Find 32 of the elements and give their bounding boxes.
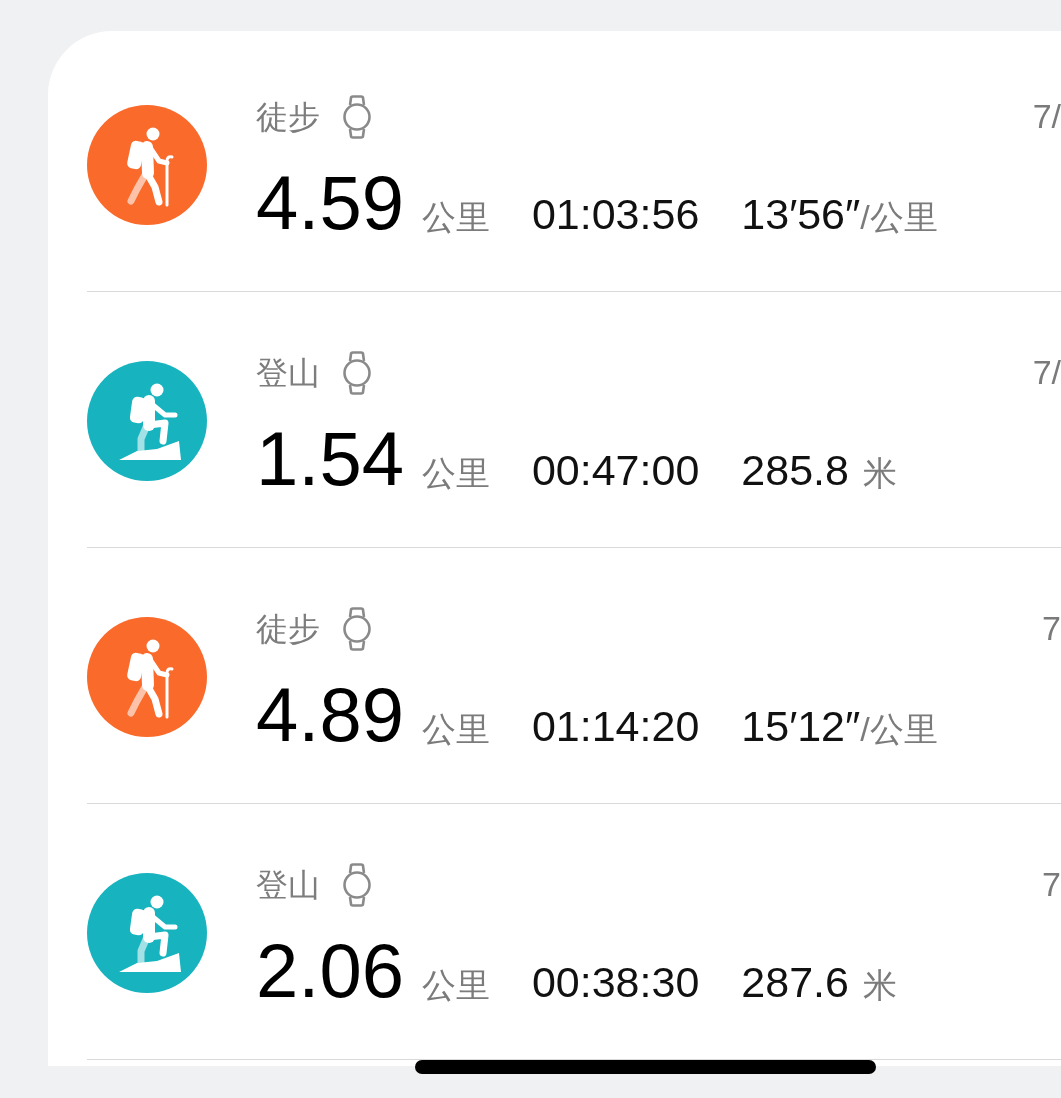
- pace-unit: /公里: [860, 709, 938, 750]
- distance-unit: 公里: [421, 709, 490, 750]
- distance-unit: 公里: [421, 197, 490, 238]
- activity-date: 7: [1042, 608, 1061, 648]
- distance-unit: 公里: [421, 965, 490, 1006]
- pace-unit: /公里: [860, 197, 938, 238]
- activity-type: 徒步: [256, 610, 320, 649]
- duration-value: 00:47:00: [531, 445, 700, 496]
- watch-icon: [342, 607, 372, 651]
- pace-value: 13′56″: [741, 189, 861, 240]
- distance-value: 4.59: [256, 163, 404, 243]
- elevation-value: 285.8: [741, 445, 849, 496]
- activity-type: 登山: [256, 866, 320, 905]
- activity-type: 徒步: [256, 98, 320, 137]
- elevation-value: 287.6: [741, 957, 849, 1008]
- duration-value: 00:38:30: [531, 957, 700, 1008]
- elevation-unit: 米: [862, 453, 897, 494]
- activity-date: 7: [1042, 864, 1061, 904]
- watch-icon: [342, 95, 372, 139]
- duration-value: 01:03:56: [531, 189, 700, 240]
- pace-value: 15′12″: [741, 701, 861, 752]
- activity-date: 7/: [1032, 352, 1061, 392]
- watch-icon: [342, 351, 372, 395]
- duration-value: 01:14:20: [531, 701, 700, 752]
- distance-value: 2.06: [256, 931, 404, 1011]
- distance-unit: 公里: [421, 453, 490, 494]
- watch-icon: [342, 863, 372, 907]
- elevation-unit: 米: [862, 965, 897, 1006]
- activity-date: 7/: [1032, 96, 1061, 136]
- distance-value: 1.54: [256, 419, 404, 499]
- activity-type: 登山: [256, 354, 320, 393]
- distance-value: 4.89: [256, 675, 404, 755]
